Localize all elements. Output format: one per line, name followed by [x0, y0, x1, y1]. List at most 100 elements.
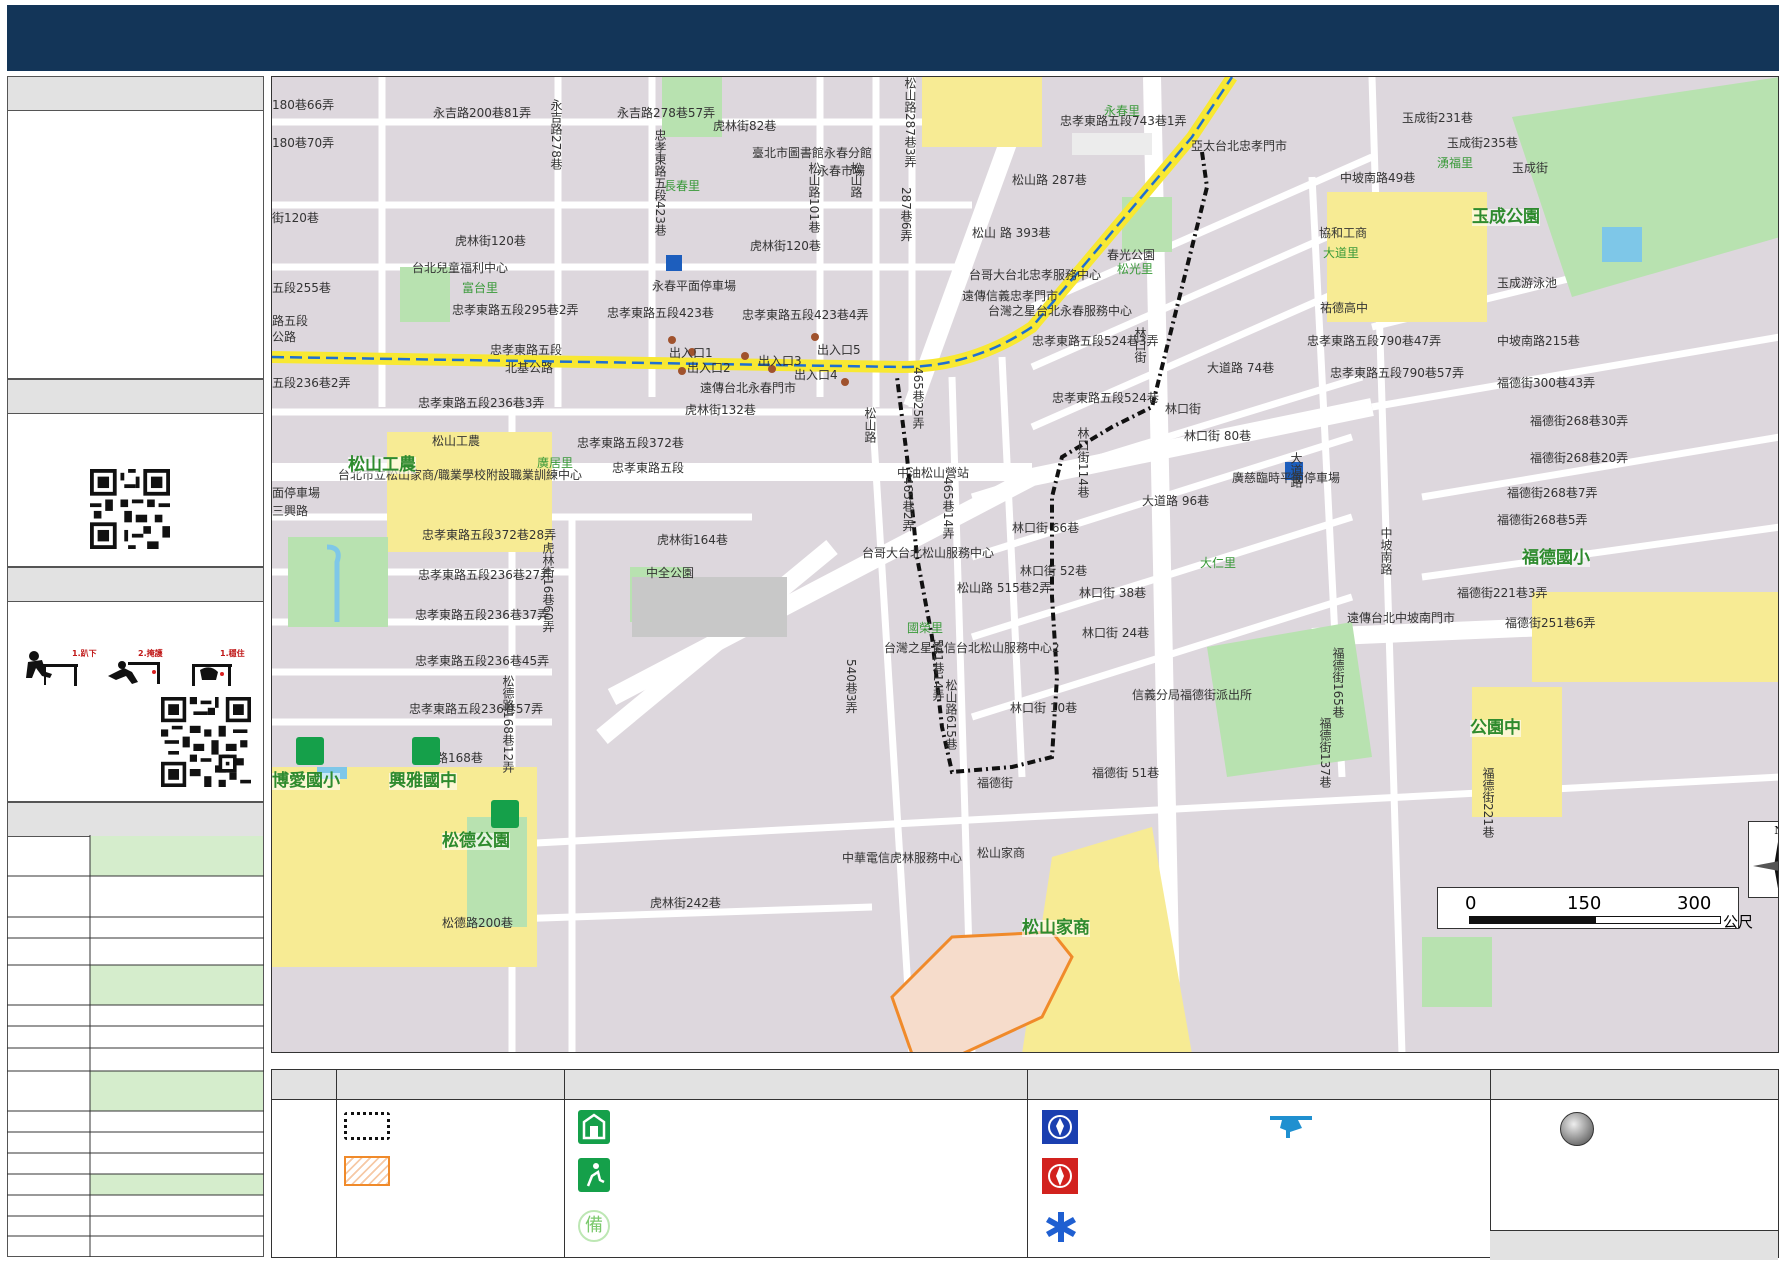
map-street-label: 面停車場: [272, 486, 321, 500]
evacuation-park-icon: [578, 1158, 610, 1192]
map-street-label: 永春平面停車場: [652, 279, 737, 293]
map-street-label-vertical: 福德街165巷: [1331, 647, 1345, 718]
scale-bar: 0 150 300 公尺: [1437, 887, 1778, 1052]
map-street-label: 大道里: [1323, 246, 1360, 260]
map-street-label: 虎林街120巷: [455, 234, 526, 248]
qr-code-1-graphic: [90, 469, 170, 549]
map-street-label: 松山 路 393巷: [972, 226, 1051, 240]
map-street-label: 忠孝東路五段295巷2弄: [452, 303, 579, 317]
map-street-label: 出入口1: [669, 346, 713, 360]
map-street-label: 遠傳信義忠孝門市: [962, 289, 1059, 303]
map-street-label: 福德街221巷3弄: [1457, 586, 1548, 600]
map-street-label: 松山工農: [432, 434, 481, 448]
shelter-icon[interactable]: [412, 737, 440, 765]
left-panel-info-header: [8, 77, 263, 111]
map-street-label: 忠孝東路五段423巷4弄: [742, 308, 869, 322]
map-street-label-vertical: 忠孝東路五段423巷: [653, 129, 667, 236]
shelter-icon[interactable]: [296, 737, 324, 765]
qr-code-2-graphic: [161, 697, 251, 787]
map-street-label: 林口街: [1165, 402, 1202, 416]
map-street-label: 松山路 287巷: [1012, 173, 1087, 187]
scale-label-0: 0: [1465, 893, 1477, 914]
map-legend: 備: [271, 1069, 1779, 1260]
left-panel-qr-header: [8, 380, 263, 414]
map-street-label: 福德國小: [1522, 548, 1590, 568]
map-street-label: 中華電信虎林服務中心: [842, 851, 963, 865]
map-street-label: 福德街268巷20弄: [1530, 451, 1629, 465]
map-street-label: 忠孝東路五段372巷28弄: [422, 528, 557, 542]
map-street-label: 台哥大台北松山服務中心: [862, 546, 995, 560]
map-street-label: 亞太台北忠孝門市: [1191, 139, 1288, 153]
map-street-label: 玉成街: [1512, 161, 1549, 175]
map-street-label: 永吉路200巷81弄: [433, 106, 532, 120]
drill-step-1-label: 1.趴下: [72, 649, 97, 658]
map-street-label: 湧福里: [1437, 156, 1474, 170]
map-street-label: 中全公園: [646, 566, 695, 580]
drill-step-2-label: 2.掩護: [138, 648, 164, 658]
map-street-label: 遠傳台北中坡南門市: [1347, 611, 1456, 625]
map-street-label: 忠孝東路五段423巷: [607, 306, 714, 320]
map-street-label: 福德街 51巷: [1092, 766, 1160, 780]
map-street-label-vertical: 福德街137巷: [1318, 717, 1332, 788]
legend-col-divider-1: [336, 1070, 337, 1257]
map-street-label: 忠孝東路五段790巷47弄: [1307, 334, 1442, 348]
evacuation-park-icon[interactable]: [491, 800, 519, 828]
map-street-label-vertical: 541巷14弄: [931, 639, 945, 702]
map-street-label: 出入口3: [758, 354, 802, 368]
map-street-label: 林口街 66巷: [1012, 521, 1080, 535]
map-street-label: 松山路 515巷2弄: [957, 581, 1052, 595]
map-street-label: 台北兒童福利中心: [412, 261, 509, 275]
map-street-label: 松光里: [1117, 262, 1154, 276]
evacuation-map[interactable]: 永吉路200巷81弄 永吉路278巷57弄 虎林街82巷 臺北市圖書館永春分館 永春市場…: [271, 76, 1779, 1053]
map-street-label: 春光公園: [1107, 248, 1156, 262]
map-street-label: 忠孝東路五段743巷1弄: [1060, 114, 1187, 128]
gathering-point-icon: [1560, 1112, 1594, 1146]
map-street-label: 路五段: [272, 314, 309, 328]
map-street-label: 台哥大台北忠孝服務中心: [969, 268, 1102, 282]
map-street-label: 忠孝東路五段236巷37弄: [415, 608, 550, 622]
map-street-label: 松德路200巷: [442, 916, 513, 930]
map-street-label: 福德街268巷7弄: [1507, 486, 1598, 500]
map-street-label: 廣慈臨時平面停車場: [1232, 471, 1341, 485]
map-street-label: 出入口5: [817, 343, 861, 357]
legend-col-divider-4: [1490, 1070, 1491, 1257]
map-street-label: 祐德高中: [1320, 301, 1369, 315]
map-street-label-vertical: 虎林街16巷60弄: [541, 542, 555, 633]
map-street-label: 玉成街231巷: [1402, 111, 1473, 125]
map-street-label: 玉成公園: [1472, 207, 1540, 227]
map-street-label: 林口街 24巷: [1082, 626, 1150, 640]
map-street-label: 180巷66弄: [272, 98, 335, 112]
map-street-label-vertical: 松德路168巷12弄: [501, 675, 515, 774]
map-street-label: 松山家商: [1022, 918, 1090, 938]
legend-footer-cell: [1490, 1230, 1778, 1260]
map-street-label: 出入口4: [794, 368, 838, 382]
map-street-label: 街120巷: [272, 211, 319, 225]
map-street-label-vertical: 540巷3弄: [844, 659, 858, 714]
map-street-label: 玉成街235巷: [1447, 136, 1518, 150]
map-street-label: 松山工農: [348, 455, 416, 475]
drill-step-3-label: 1.穩住: [220, 648, 245, 658]
shelter-icon: [578, 1110, 610, 1144]
map-street-label-vertical: 林口街: [1133, 327, 1147, 363]
map-street-label: 大仁里: [1200, 556, 1237, 570]
map-street-label: 忠孝東路五段: [490, 343, 563, 357]
map-street-label: 忠孝東路五段236巷27弄: [418, 568, 553, 582]
map-street-label: 福德街268巷5弄: [1497, 513, 1588, 527]
map-street-label: 富台里: [462, 281, 499, 295]
map-street-label: 公園中: [1470, 718, 1521, 738]
qr-code-2[interactable]: [161, 697, 251, 787]
map-street-label-vertical: 永吉路278巷: [549, 99, 563, 170]
left-panel-table-header: [8, 803, 263, 837]
medical-icon: [1044, 1210, 1078, 1244]
map-street-label: 五段255巷: [272, 281, 331, 295]
legend-col-divider-2: [564, 1070, 565, 1257]
map-street-label: 臺北市圖書館永春分館: [752, 146, 873, 160]
map-street-label-vertical: 松山路: [849, 162, 863, 198]
map-street-label: 五段236巷2弄: [272, 376, 351, 390]
map-street-label: 國榮里: [907, 621, 944, 635]
map-street-label: 福德街251巷6弄: [1505, 616, 1596, 630]
map-street-label: 福德街: [977, 776, 1014, 790]
scale-label-150: 150: [1567, 893, 1602, 914]
qr-code-1[interactable]: [90, 469, 170, 549]
map-street-label: 忠孝東路五段790巷57弄: [1330, 366, 1465, 380]
